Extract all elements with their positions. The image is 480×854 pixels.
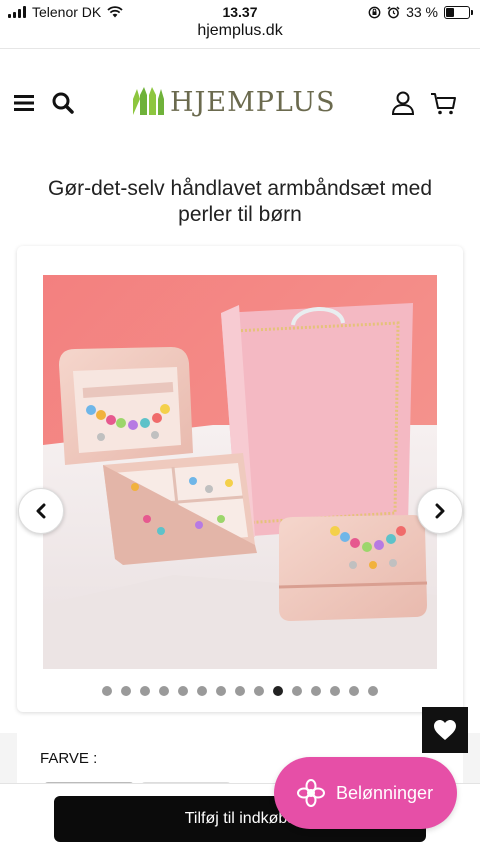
gallery-dot[interactable] [349, 686, 359, 696]
gallery-dot[interactable] [368, 686, 378, 696]
gallery-dot[interactable] [292, 686, 302, 696]
color-option-label: FARVE : [40, 750, 98, 767]
chevron-left-icon [36, 503, 46, 519]
title-area: Gør-det-selv håndlavet armbåndsæt med pe… [0, 158, 480, 238]
logo-leaf-icon [133, 87, 164, 115]
cart-icon[interactable] [430, 89, 458, 117]
gallery-dot[interactable] [216, 686, 226, 696]
gallery-dot[interactable] [197, 686, 207, 696]
product-title: Gør-det-selv håndlavet armbåndsæt med pe… [48, 177, 432, 226]
rewards-label: Belønninger [336, 782, 434, 803]
chevron-right-icon [435, 503, 445, 519]
gallery-dot[interactable] [254, 686, 264, 696]
gallery-dot[interactable] [102, 686, 112, 696]
flower-icon [297, 779, 325, 807]
alarm-icon [387, 5, 400, 18]
status-right: 33 % [368, 4, 473, 20]
gallery-dot[interactable] [235, 686, 245, 696]
site-logo[interactable]: HJEMPLUS [130, 85, 340, 119]
orientation-lock-icon [368, 6, 381, 18]
url-text: hjemplus.dk [197, 22, 283, 39]
gallery-dot[interactable] [311, 686, 321, 696]
gallery-dot[interactable] [159, 686, 169, 696]
menu-icon[interactable] [12, 89, 40, 117]
url-bar[interactable]: hjemplus.dk [0, 22, 480, 48]
previous-image-button[interactable] [18, 488, 64, 534]
product-gallery [17, 246, 463, 712]
gallery-dot[interactable] [330, 686, 340, 696]
gallery-pagination [17, 686, 463, 696]
gallery-dot[interactable] [178, 686, 188, 696]
gallery-dot[interactable] [121, 686, 131, 696]
site-header: HJEMPLUS [0, 48, 480, 160]
gallery-dot[interactable] [140, 686, 150, 696]
next-image-button[interactable] [417, 488, 463, 534]
logo-text: HJEMPLUS [170, 86, 336, 118]
wishlist-button[interactable] [422, 707, 468, 753]
gallery-dot[interactable] [273, 686, 283, 696]
battery-percent: 33 % [406, 4, 438, 20]
product-image[interactable] [43, 275, 437, 669]
rewards-button[interactable]: Belønninger [274, 757, 457, 829]
heart-icon [434, 720, 456, 740]
search-icon[interactable] [50, 89, 78, 117]
account-icon[interactable] [389, 89, 417, 117]
status-bar: Telenor DK 13.37 33 % [0, 0, 480, 22]
add-to-cart-label: Tilføj til indkøbs [184, 810, 296, 827]
battery-icon [444, 5, 473, 19]
